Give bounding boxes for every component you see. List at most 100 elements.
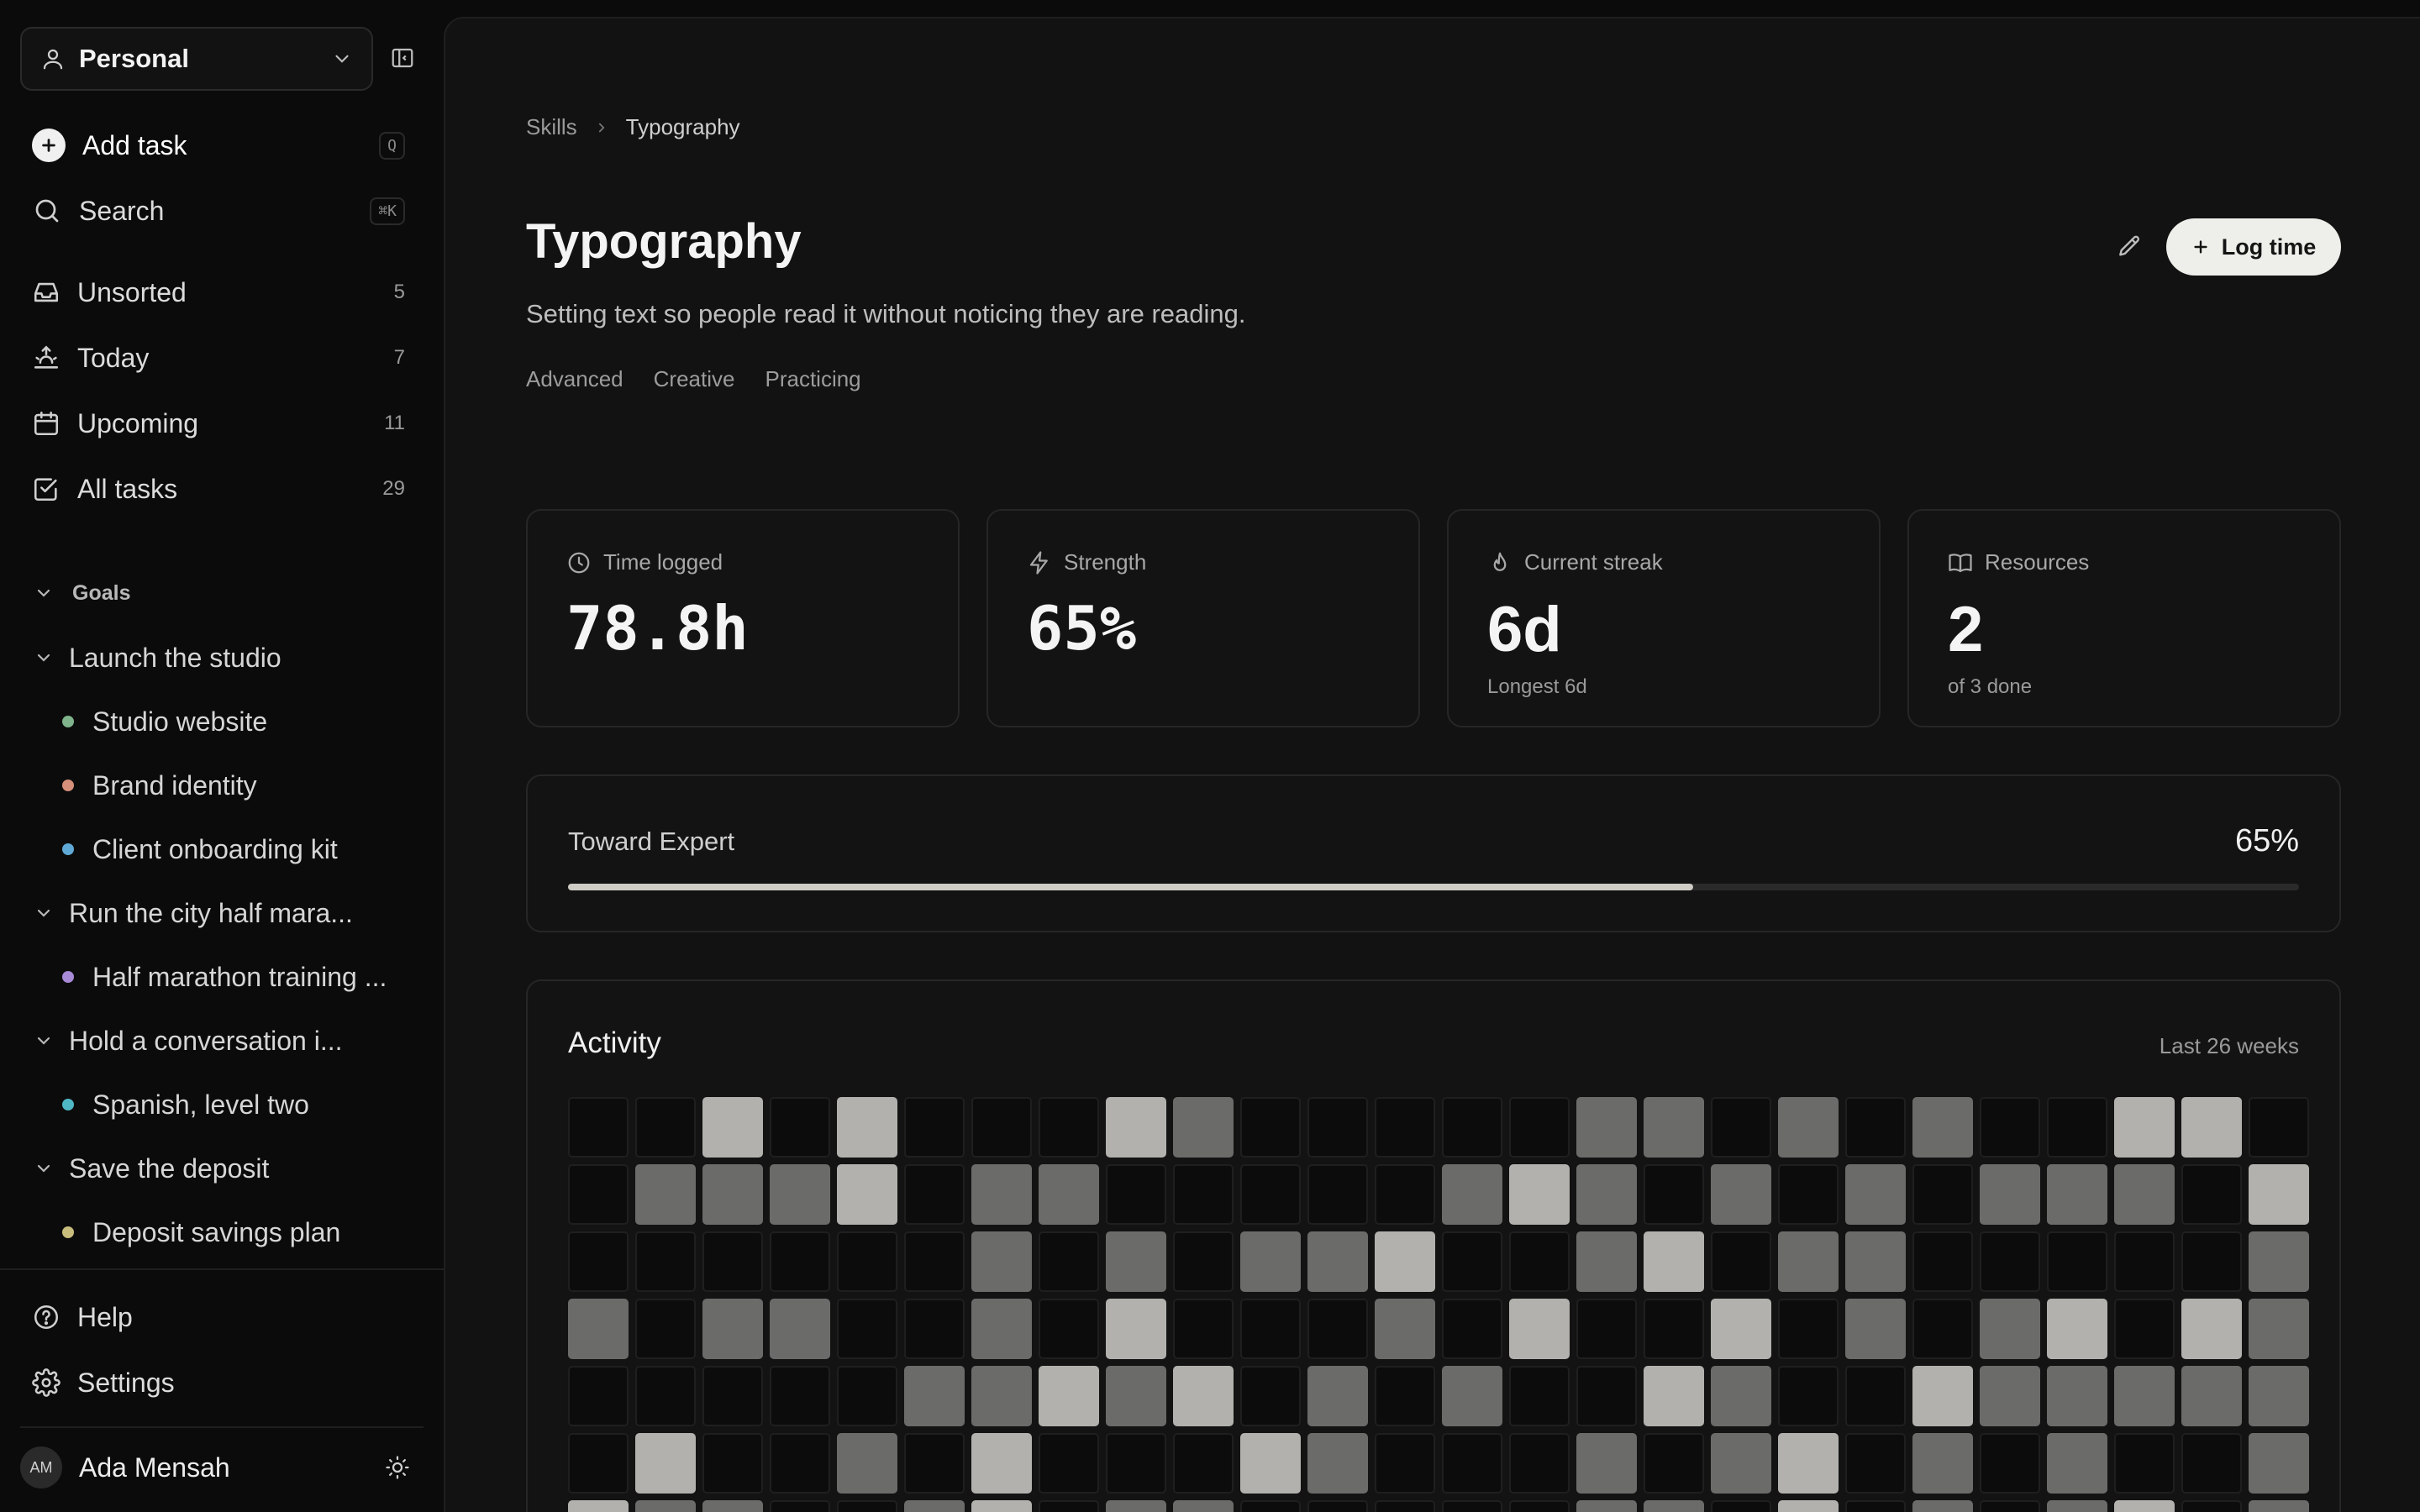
activity-cell[interactable]	[2047, 1433, 2107, 1494]
activity-cell[interactable]	[1980, 1433, 2040, 1494]
activity-cell[interactable]	[1576, 1433, 1637, 1494]
activity-cell[interactable]	[1845, 1500, 1906, 1512]
activity-cell[interactable]	[1442, 1097, 1502, 1158]
activity-cell[interactable]	[2181, 1500, 2242, 1512]
activity-cell[interactable]	[1307, 1097, 1368, 1158]
activity-cell[interactable]	[1845, 1164, 1906, 1225]
activity-cell[interactable]	[635, 1231, 696, 1292]
activity-cell[interactable]	[1240, 1097, 1301, 1158]
activity-cell[interactable]	[1240, 1366, 1301, 1426]
activity-cell[interactable]	[837, 1366, 897, 1426]
activity-cell[interactable]	[1375, 1433, 1435, 1494]
activity-cell[interactable]	[1039, 1433, 1099, 1494]
activity-cell[interactable]	[1039, 1366, 1099, 1426]
activity-cell[interactable]	[1778, 1299, 1839, 1359]
goal-save-the-deposit[interactable]: Save the deposit	[20, 1142, 417, 1194]
activity-cell[interactable]	[1845, 1433, 1906, 1494]
activity-cell[interactable]	[1173, 1299, 1234, 1359]
activity-cell[interactable]	[1644, 1500, 1704, 1512]
activity-cell[interactable]	[904, 1500, 965, 1512]
log-time-button[interactable]: Log time	[2166, 218, 2341, 276]
activity-cell[interactable]	[1912, 1366, 1973, 1426]
activity-cell[interactable]	[635, 1366, 696, 1426]
activity-cell[interactable]	[1912, 1097, 1973, 1158]
activity-cell[interactable]	[1778, 1097, 1839, 1158]
add-task-button[interactable]: Add task Q	[20, 119, 417, 171]
activity-cell[interactable]	[2114, 1366, 2175, 1426]
activity-cell[interactable]	[1106, 1097, 1166, 1158]
activity-cell[interactable]	[1980, 1299, 2040, 1359]
activity-cell[interactable]	[635, 1164, 696, 1225]
activity-cell[interactable]	[1375, 1231, 1435, 1292]
project-half-marathon-training[interactable]: Half marathon training ...	[20, 951, 417, 1003]
activity-cell[interactable]	[837, 1164, 897, 1225]
activity-cell[interactable]	[1778, 1433, 1839, 1494]
activity-cell[interactable]	[1576, 1097, 1637, 1158]
settings-button[interactable]: Settings	[20, 1357, 417, 1409]
activity-cell[interactable]	[2181, 1366, 2242, 1426]
activity-cell[interactable]	[1240, 1231, 1301, 1292]
goal-hold-a-conversation[interactable]: Hold a conversation i...	[20, 1015, 417, 1067]
activity-cell[interactable]	[1509, 1500, 1570, 1512]
activity-cell[interactable]	[971, 1231, 1032, 1292]
activity-cell[interactable]	[2181, 1299, 2242, 1359]
activity-cell[interactable]	[1644, 1097, 1704, 1158]
activity-cell[interactable]	[971, 1433, 1032, 1494]
activity-cell[interactable]	[1509, 1433, 1570, 1494]
activity-cell[interactable]	[2181, 1231, 2242, 1292]
activity-cell[interactable]	[568, 1097, 629, 1158]
activity-cell[interactable]	[1039, 1299, 1099, 1359]
activity-cell[interactable]	[1711, 1433, 1771, 1494]
activity-cell[interactable]	[1039, 1097, 1099, 1158]
project-studio-website[interactable]: Studio website	[20, 696, 417, 748]
activity-cell[interactable]	[1845, 1097, 1906, 1158]
activity-cell[interactable]	[702, 1366, 763, 1426]
activity-cell[interactable]	[2181, 1433, 2242, 1494]
activity-cell[interactable]	[2047, 1366, 2107, 1426]
sidebar-item-all-tasks[interactable]: All tasks 29	[20, 463, 417, 515]
activity-cell[interactable]	[904, 1366, 965, 1426]
activity-cell[interactable]	[1442, 1433, 1502, 1494]
activity-cell[interactable]	[1644, 1299, 1704, 1359]
activity-cell[interactable]	[1644, 1433, 1704, 1494]
activity-cell[interactable]	[2047, 1299, 2107, 1359]
activity-cell[interactable]	[1039, 1231, 1099, 1292]
activity-cell[interactable]	[1576, 1164, 1637, 1225]
activity-cell[interactable]	[904, 1299, 965, 1359]
activity-cell[interactable]	[1039, 1164, 1099, 1225]
sidebar-item-upcoming[interactable]: Upcoming 11	[20, 397, 417, 449]
activity-cell[interactable]	[1845, 1231, 1906, 1292]
activity-cell[interactable]	[1509, 1097, 1570, 1158]
activity-cell[interactable]	[2114, 1164, 2175, 1225]
activity-cell[interactable]	[1980, 1164, 2040, 1225]
goals-section-toggle[interactable]: Goals	[20, 568, 417, 618]
activity-cell[interactable]	[1912, 1433, 1973, 1494]
activity-cell[interactable]	[1912, 1231, 1973, 1292]
activity-cell[interactable]	[2181, 1097, 2242, 1158]
activity-cell[interactable]	[568, 1366, 629, 1426]
activity-cell[interactable]	[837, 1500, 897, 1512]
activity-cell[interactable]	[1912, 1299, 1973, 1359]
activity-cell[interactable]	[1240, 1164, 1301, 1225]
activity-cell[interactable]	[635, 1433, 696, 1494]
activity-cell[interactable]	[1980, 1366, 2040, 1426]
goal-launch-the-studio[interactable]: Launch the studio	[20, 632, 417, 684]
activity-cell[interactable]	[2249, 1366, 2309, 1426]
activity-cell[interactable]	[2249, 1500, 2309, 1512]
activity-cell[interactable]	[1039, 1500, 1099, 1512]
activity-cell[interactable]	[2249, 1433, 2309, 1494]
activity-cell[interactable]	[1644, 1366, 1704, 1426]
activity-cell[interactable]	[2249, 1097, 2309, 1158]
pencil-icon[interactable]	[2109, 227, 2149, 267]
activity-cell[interactable]	[2114, 1097, 2175, 1158]
activity-cell[interactable]	[1711, 1164, 1771, 1225]
activity-cell[interactable]	[2114, 1299, 2175, 1359]
activity-cell[interactable]	[1711, 1231, 1771, 1292]
activity-cell[interactable]	[1173, 1366, 1234, 1426]
goal-run-the-city-half-marathon[interactable]: Run the city half mara...	[20, 887, 417, 939]
activity-cell[interactable]	[1307, 1433, 1368, 1494]
activity-cell[interactable]	[770, 1299, 830, 1359]
tag-category[interactable]: Creative	[654, 366, 735, 392]
activity-cell[interactable]	[1106, 1366, 1166, 1426]
activity-cell[interactable]	[1980, 1231, 2040, 1292]
